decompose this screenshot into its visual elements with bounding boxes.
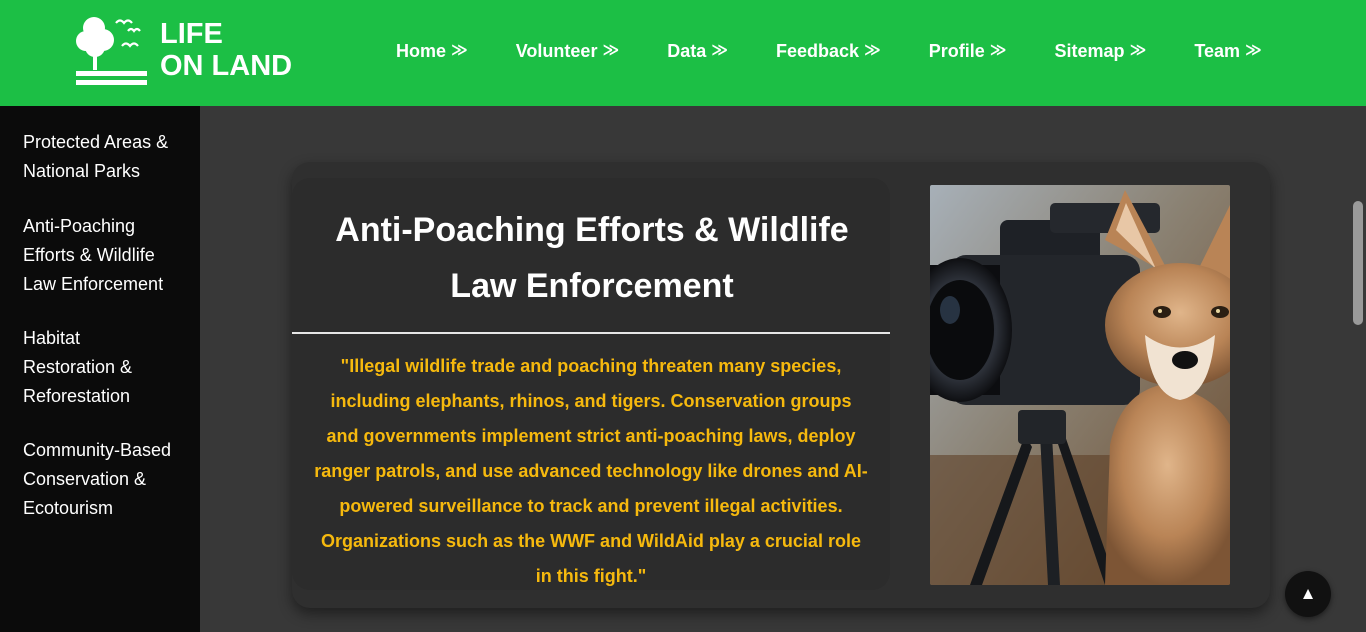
sidebar-item-label-line: Restoration & [23,357,133,377]
fox-camera-illustration [930,185,1230,585]
sidebar-item-protected-areas[interactable]: Protected Areas & National Parks [23,128,193,186]
sidebar-item-community-conservation[interactable]: Community-Based Conservation & Ecotouris… [23,436,193,523]
sidebar-item-label-line: Ecotourism [23,498,114,518]
double-chevron-right-icon: ≫ [1129,42,1147,59]
nav-label: Home [396,41,447,61]
page-title: Anti-Poaching Efforts & Wildlife Law Enf… [312,202,872,314]
nav-label: Team [1194,41,1240,61]
sidebar: Protected Areas & National Parks Anti-Po… [0,106,200,632]
page-scrollbar-track[interactable] [1349,106,1366,632]
fox-camera-photo [930,185,1230,585]
sidebar-item-label-line: Protected Areas & [23,132,169,152]
quote-line: and governments implement strict anti-po… [326,426,856,446]
double-chevron-right-icon: ≫ [1245,42,1262,59]
back-to-top-button[interactable]: ▲ [1285,571,1331,617]
sidebar-item-label-line: Reforestation [23,386,131,406]
title-line: Anti-Poaching Efforts & Wildlife [335,211,849,249]
page-scrollbar-thumb[interactable] [1353,201,1363,325]
double-chevron-right-icon: ≫ [451,42,468,59]
double-chevron-right-icon: ≫ [989,42,1007,59]
quote-line: in this fight." [535,566,647,586]
quote-text: "Illegal wildlife trade and poaching thr… [296,349,886,594]
title-divider [292,332,890,334]
nav-label: Profile [928,41,985,61]
nav-label: Sitemap [1054,41,1125,61]
nav-label: Data [667,41,707,61]
brand-line-1: LIFE [160,18,223,50]
double-chevron-right-icon: ≫ [711,42,728,59]
sidebar-item-label-line: Law Enforcement [23,274,164,294]
brand-line-2: ON LAND [160,50,293,82]
nav-sitemap-link[interactable]: Sitemap ≫ [1055,39,1147,63]
nav-team-link[interactable]: Team ≫ [1194,39,1261,63]
sidebar-item-label-line: National Parks [23,161,141,181]
content-card: Anti-Poaching Efforts & Wildlife Law Enf… [292,162,1270,608]
sidebar-item-label-line: Efforts & Wildlife [23,245,155,265]
nav-label: Feedback [775,41,860,61]
sidebar-item-label-line: Habitat [23,328,81,348]
sidebar-item-label-line: Conservation & [23,469,147,489]
text-panel: Anti-Poaching Efforts & Wildlife Law Enf… [292,178,890,590]
site-header: LIFE ON LAND Home ≫ Volunteer ≫ Data ≫ F… [0,0,1366,106]
main-nav: Home ≫ Volunteer ≫ Data ≫ Feedback ≫ Pro… [396,39,1262,63]
sidebar-item-habitat-restoration[interactable]: Habitat Restoration & Reforestation [23,324,193,411]
quote-line: powered surveillance to track and preven… [339,496,843,516]
nav-volunteer-link[interactable]: Volunteer ≫ [516,39,619,63]
title-line: Law Enforcement [450,267,734,305]
sidebar-item-anti-poaching[interactable]: Anti-Poaching Efforts & Wildlife Law Enf… [23,212,193,299]
nav-data-link[interactable]: Data ≫ [667,39,728,63]
nav-feedback-link[interactable]: Feedback ≫ [776,39,881,63]
tree-birds-logo-icon [76,17,147,85]
quote-line: including elephants, rhinos, and tigers.… [330,391,852,411]
sidebar-item-label-line: Anti-Poaching [23,216,136,236]
double-chevron-right-icon: ≫ [864,42,881,59]
nav-profile-link[interactable]: Profile ≫ [929,39,1007,63]
quote-line: "Illegal wildlife trade and poaching thr… [340,356,842,376]
sidebar-item-label-line: Community-Based [23,440,172,460]
quote-line: ranger patrols, and use advanced technol… [314,461,868,481]
quote-line: Organizations such as the WWF and WildAi… [321,531,861,551]
arrow-up-icon: ▲ [1299,584,1317,603]
site-logo[interactable]: LIFE ON LAND [76,14,306,88]
double-chevron-right-icon: ≫ [602,42,620,59]
nav-label: Volunteer [515,41,598,61]
brand-name: LIFE ON LAND [160,18,292,82]
nav-home-link[interactable]: Home ≫ [396,39,468,63]
